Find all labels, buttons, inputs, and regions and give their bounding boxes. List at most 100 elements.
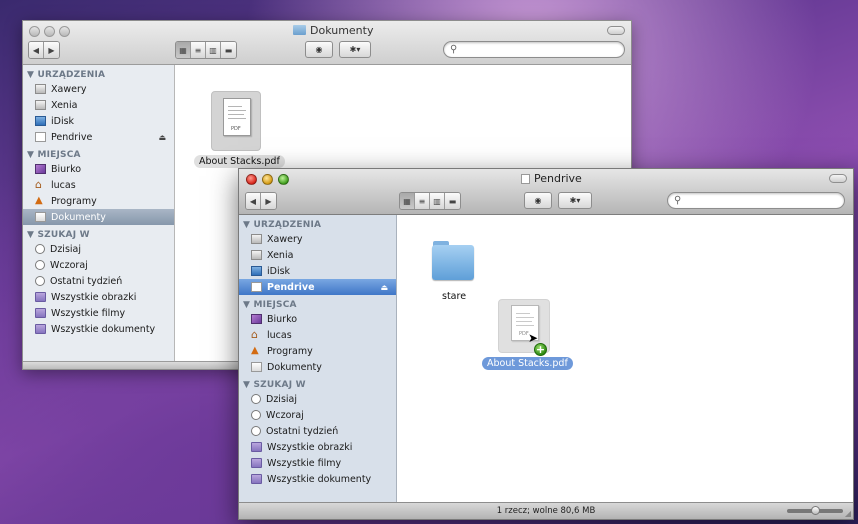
eject-icon[interactable]: ⏏	[380, 283, 388, 292]
finder-window-pendrive[interactable]: Pendrive ◀ ▶ ▦ ≡ ▥ ▬ ◉ ✱▾ ⚲ ▼ URZĄDZENIA…	[238, 168, 854, 520]
sidebar-item-xawery[interactable]: Xawery	[239, 231, 396, 247]
clock-icon	[35, 276, 45, 286]
home-icon: ⌂	[251, 328, 258, 341]
copy-plus-icon: +	[534, 343, 547, 356]
sidebar-item-programy[interactable]: ▲ Programy	[239, 343, 396, 359]
idisk-icon	[251, 266, 262, 276]
hard-disk-icon	[251, 250, 262, 260]
sidebar-item-ostatni-tydzien[interactable]: Ostatni tydzień	[239, 423, 396, 439]
close-button[interactable]	[246, 174, 257, 185]
sidebar-item-wczoraj[interactable]: Wczoraj	[239, 407, 396, 423]
smart-folder-icon	[251, 442, 262, 452]
sidebar-item-xenia[interactable]: Xenia	[239, 247, 396, 263]
sidebar-item-dzisiaj[interactable]: Dzisiaj	[23, 241, 174, 257]
smart-folder-icon	[251, 474, 262, 484]
pdf-file-icon[interactable]: PDF	[211, 91, 261, 151]
sidebar-item-lucas[interactable]: ⌂ lucas	[239, 327, 396, 343]
desktop-icon	[35, 164, 46, 174]
list-view-button[interactable]: ≡	[415, 193, 430, 209]
sidebar-item-xenia[interactable]: Xenia	[23, 97, 174, 113]
sidebar-item-dokumenty[interactable]: Dokumenty	[239, 359, 396, 375]
toolbar-toggle-button[interactable]	[607, 26, 625, 35]
sidebar-item-idisk[interactable]: iDisk	[23, 113, 174, 129]
column-view-button[interactable]: ▥	[430, 193, 445, 209]
minimize-button[interactable]	[262, 174, 273, 185]
eject-icon[interactable]: ⏏	[158, 133, 166, 142]
folder-icon[interactable]	[432, 241, 474, 281]
icon-view-button[interactable]: ▦	[176, 42, 191, 58]
sidebar-item-biurko[interactable]: Biurko	[23, 161, 174, 177]
search-field[interactable]: ⚲	[443, 41, 625, 58]
slider-knob[interactable]	[811, 506, 820, 515]
icon-size-slider[interactable]	[787, 506, 843, 515]
sidebar-item-pendrive[interactable]: Pendrive ⏏	[23, 129, 174, 145]
clock-icon	[35, 244, 45, 254]
eye-icon: ◉	[534, 196, 542, 205]
sidebar-item-biurko[interactable]: Biurko	[239, 311, 396, 327]
window-title: Pendrive	[521, 172, 582, 185]
nav-buttons: ◀ ▶	[28, 41, 60, 59]
zoom-button[interactable]	[278, 174, 289, 185]
list-view-button[interactable]: ≡	[191, 42, 206, 58]
sidebar: ▼ URZĄDZENIA Xawery Xenia iDisk Pendrive…	[23, 65, 175, 361]
view-switcher: ▦ ≡ ▥ ▬	[399, 192, 461, 210]
sidebar-item-dzisiaj[interactable]: Dzisiaj	[239, 391, 396, 407]
gear-icon: ✱▾	[569, 196, 581, 205]
file-label[interactable]: About Stacks.pdf	[482, 357, 573, 370]
smart-folder-icon	[251, 458, 262, 468]
toolbar-toggle-button[interactable]	[829, 174, 847, 183]
status-text: 1 rzecz; wolne 80,6 MB	[496, 506, 596, 516]
column-view-button[interactable]: ▥	[206, 42, 221, 58]
coverflow-view-button[interactable]: ▬	[445, 193, 460, 209]
sidebar-item-idisk[interactable]: iDisk	[239, 263, 396, 279]
sidebar-item-programy[interactable]: ▲ Programy	[23, 193, 174, 209]
sidebar-item-wszystkie-obrazki[interactable]: Wszystkie obrazki	[239, 439, 396, 455]
action-menu-button[interactable]: ✱▾	[558, 192, 592, 209]
sidebar-item-pendrive[interactable]: Pendrive ⏏	[239, 279, 396, 295]
folder-label[interactable]: stare	[442, 291, 466, 302]
action-menu-button[interactable]: ✱▾	[339, 41, 371, 58]
eye-icon: ◉	[315, 45, 323, 54]
sidebar-item-wszystkie-dokumenty[interactable]: Wszystkie dokumenty	[23, 321, 174, 337]
coverflow-view-button[interactable]: ▬	[221, 42, 236, 58]
sidebar-item-wszystkie-filmy[interactable]: Wszystkie filmy	[239, 455, 396, 471]
removable-drive-icon	[521, 173, 530, 184]
forward-button[interactable]: ▶	[44, 42, 59, 58]
sidebar-item-wszystkie-dokumenty[interactable]: Wszystkie dokumenty	[239, 471, 396, 487]
sidebar-item-xawery[interactable]: Xawery	[23, 81, 174, 97]
documents-icon	[35, 212, 46, 222]
forward-button[interactable]: ▶	[261, 193, 276, 209]
close-button[interactable]	[29, 26, 40, 37]
status-bar: 1 rzecz; wolne 80,6 MB ◢	[239, 502, 853, 519]
search-icon: ⚲	[450, 44, 458, 55]
sidebar-item-wczoraj[interactable]: Wczoraj	[23, 257, 174, 273]
smart-folder-icon	[35, 308, 46, 318]
quick-look-button[interactable]: ◉	[524, 192, 552, 209]
search-icon: ⚲	[674, 195, 682, 206]
quick-look-button[interactable]: ◉	[305, 41, 333, 58]
smart-folder-icon	[35, 292, 46, 302]
sidebar-item-wszystkie-obrazki[interactable]: Wszystkie obrazki	[23, 289, 174, 305]
sidebar-item-wszystkie-filmy[interactable]: Wszystkie filmy	[23, 305, 174, 321]
sidebar-item-lucas[interactable]: ⌂ lucas	[23, 177, 174, 193]
sidebar-heading-places: ▼ MIEJSCA	[27, 150, 81, 160]
home-icon: ⌂	[35, 178, 42, 191]
applications-icon: ▲	[251, 345, 259, 356]
minimize-button[interactable]	[44, 26, 55, 37]
hard-disk-icon	[251, 234, 262, 244]
clock-icon	[35, 260, 45, 270]
sidebar-item-dokumenty[interactable]: Dokumenty	[23, 209, 174, 225]
view-switcher: ▦ ≡ ▥ ▬	[175, 41, 237, 59]
sidebar-heading-search: ▼ SZUKAJ W	[27, 230, 90, 240]
search-field[interactable]: ⚲	[667, 192, 845, 209]
icon-view-button[interactable]: ▦	[400, 193, 415, 209]
sidebar-heading-devices: ▼ URZĄDZENIA	[243, 220, 322, 230]
toolbar: Pendrive ◀ ▶ ▦ ≡ ▥ ▬ ◉ ✱▾ ⚲	[239, 169, 853, 215]
sidebar-item-ostatni-tydzien[interactable]: Ostatni tydzień	[23, 273, 174, 289]
resize-grip-icon[interactable]: ◢	[845, 509, 851, 518]
back-button[interactable]: ◀	[29, 42, 44, 58]
zoom-button[interactable]	[59, 26, 70, 37]
back-button[interactable]: ◀	[246, 193, 261, 209]
idisk-icon	[35, 116, 46, 126]
file-label[interactable]: About Stacks.pdf	[194, 155, 285, 168]
